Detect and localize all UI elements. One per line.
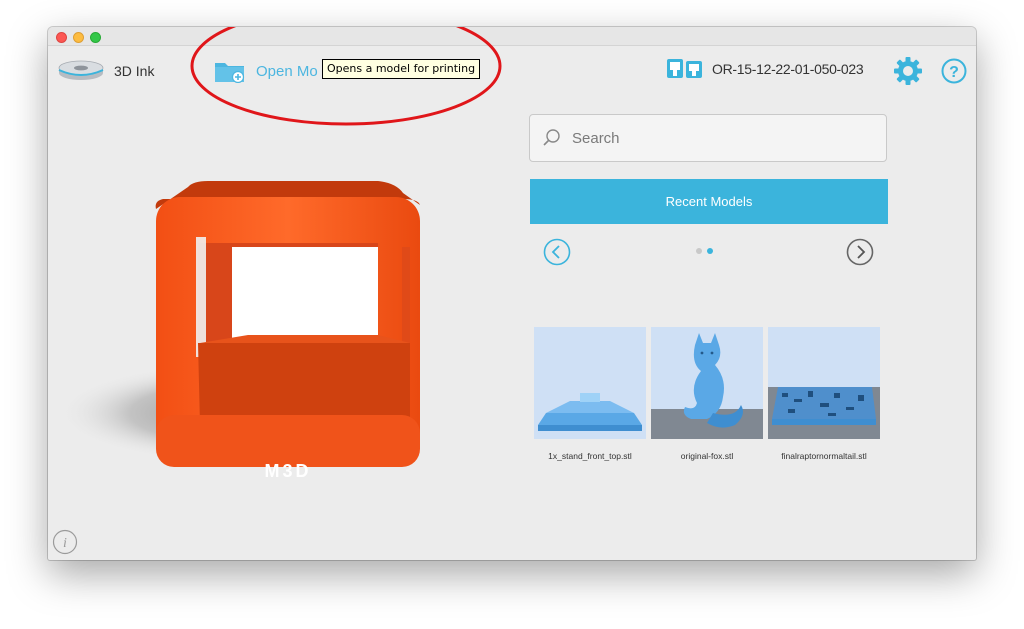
recent-model-label-2: original-fox.stl: [680, 451, 734, 461]
printer-serial: OR-15-12-22-01-050-023: [712, 61, 864, 77]
svg-text:?: ?: [949, 64, 959, 81]
recent-models-title: Recent Models: [665, 194, 753, 209]
minimize-window-button[interactable]: [73, 32, 84, 43]
search-icon: [543, 129, 560, 146]
folder-plus-icon: [215, 63, 245, 83]
m3d-printer-model: M3D: [155, 181, 420, 481]
svg-text:i: i: [63, 536, 67, 551]
printer-status-icon[interactable]: [666, 58, 704, 80]
filament-spool-icon: [58, 60, 104, 80]
open-model-label: Open Mo: [256, 62, 318, 80]
3d-ink-label: 3D Ink: [114, 63, 155, 79]
recent-model-label-1: 1x_stand_front_top.stl: [548, 451, 632, 461]
printer-model-viewport[interactable]: M3D: [48, 177, 518, 507]
chevron-right-circle-icon[interactable]: [846, 238, 874, 266]
app-window: 3D Ink Open Mo Opens a model for printin…: [48, 27, 976, 560]
recent-model-label-3: finalraptornormaltail.stl: [781, 451, 867, 461]
search-box[interactable]: [529, 114, 887, 162]
recent-model-thumb-3[interactable]: [768, 327, 880, 439]
close-window-button[interactable]: [56, 32, 67, 43]
recent-models-header: Recent Models: [530, 179, 888, 224]
page-indicator: [696, 248, 713, 254]
recent-model-thumb-1[interactable]: [534, 327, 646, 439]
recent-model-thumb-2[interactable]: [651, 327, 763, 439]
help-icon[interactable]: ?: [941, 58, 967, 84]
search-input[interactable]: [570, 128, 874, 148]
3d-ink-button[interactable]: 3D Ink: [58, 59, 154, 83]
page-dot-1[interactable]: [696, 248, 702, 254]
chevron-left-circle-icon[interactable]: [543, 238, 571, 266]
title-bar: [48, 27, 976, 46]
maximize-window-button[interactable]: [90, 32, 101, 43]
printer-logo: M3D: [264, 461, 311, 481]
open-model-button[interactable]: Open Mo: [214, 58, 318, 84]
gear-icon[interactable]: [893, 56, 923, 86]
info-icon[interactable]: i: [52, 529, 78, 555]
open-model-tooltip: Opens a model for printing: [322, 59, 481, 79]
page-dot-2[interactable]: [707, 248, 713, 254]
